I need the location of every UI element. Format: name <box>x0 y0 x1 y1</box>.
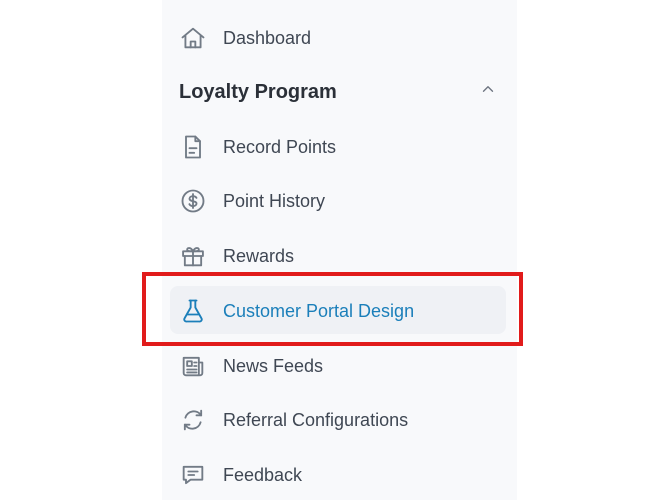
flask-icon <box>178 296 208 326</box>
sidebar-item-label: Dashboard <box>223 27 312 48</box>
sidebar-item-label: Referral Configurations <box>223 409 409 430</box>
section-loyalty-program[interactable]: Loyalty Program <box>179 72 497 112</box>
sidebar-item-label: Point History <box>223 190 326 211</box>
newspaper-icon <box>178 351 208 381</box>
sidebar-item-label: Rewards <box>223 245 295 266</box>
dollar-circle-icon <box>178 186 208 216</box>
refresh-icon <box>178 405 208 435</box>
sidebar-item-label: Record Points <box>223 136 337 157</box>
sidebar-item-customer-portal-design[interactable]: Customer Portal Design <box>178 291 414 331</box>
sidebar-item-news-feeds[interactable]: News Feeds <box>178 346 323 386</box>
document-icon <box>178 132 208 162</box>
sidebar-item-referral-configurations[interactable]: Referral Configurations <box>178 400 408 440</box>
sidebar-item-rewards[interactable]: Rewards <box>178 236 294 276</box>
chat-bubble-icon <box>178 460 208 490</box>
section-title: Loyalty Program <box>179 80 337 103</box>
home-icon <box>178 23 208 53</box>
sidebar-item-label: Customer Portal Design <box>223 300 415 321</box>
sidebar-item-label: Feedback <box>223 464 303 485</box>
gift-icon <box>178 241 208 271</box>
chevron-up-icon[interactable] <box>479 80 497 104</box>
sidebar-item-feedback[interactable]: Feedback <box>178 455 302 495</box>
sidebar-item-point-history[interactable]: Point History <box>178 181 325 221</box>
sidebar-item-label: News Feeds <box>223 355 324 376</box>
sidebar-item-dashboard[interactable]: Dashboard <box>178 18 311 58</box>
sidebar-item-record-points[interactable]: Record Points <box>178 127 336 167</box>
